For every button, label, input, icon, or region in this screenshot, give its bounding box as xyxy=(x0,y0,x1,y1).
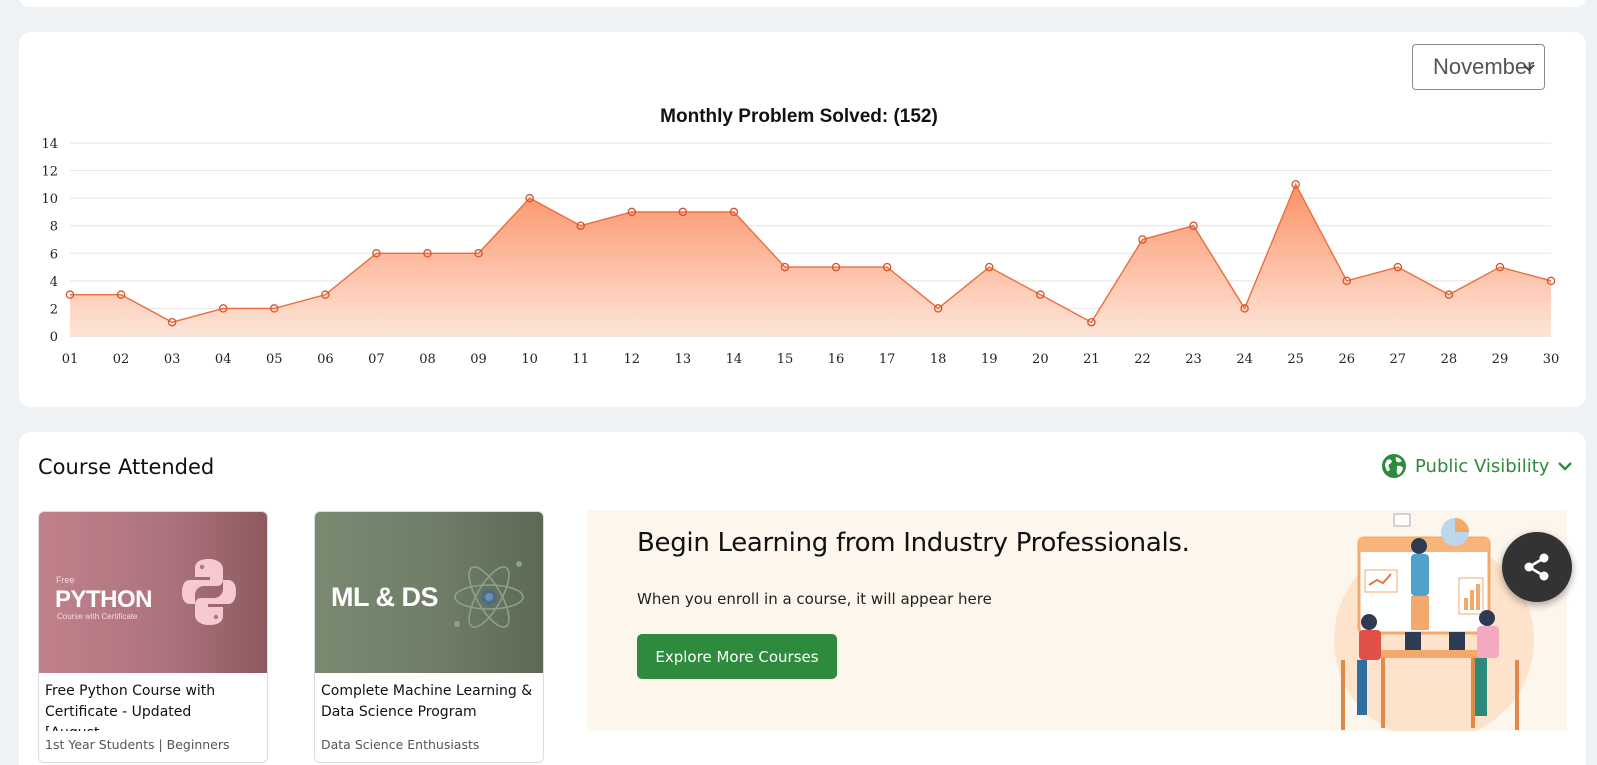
course-title: Complete Machine Learning & Data Science… xyxy=(321,683,533,720)
x-tick-label: 17 xyxy=(879,352,896,367)
x-tick-label: 27 xyxy=(1390,352,1407,367)
course-audience: 1st Year Students | Beginners xyxy=(45,737,230,752)
month-select[interactable]: November xyxy=(1412,44,1545,90)
thumb-sub-text: Course with Certificate xyxy=(57,612,138,621)
x-tick-label: 08 xyxy=(419,352,436,367)
x-tick-label: 04 xyxy=(215,352,232,367)
thumb-big-text: PYTHON xyxy=(55,586,153,613)
x-tick-label: 29 xyxy=(1492,352,1509,367)
y-tick-label: 8 xyxy=(50,220,58,235)
visibility-label: Public Visibility xyxy=(1415,455,1550,477)
x-tick-label: 06 xyxy=(317,352,334,367)
x-tick-label: 16 xyxy=(828,352,845,367)
y-tick-label: 6 xyxy=(50,247,58,262)
python-logo-icon xyxy=(182,559,236,625)
explore-courses-button[interactable]: Explore More Courses xyxy=(637,634,837,679)
x-tick-label: 03 xyxy=(164,352,181,367)
y-tick-label: 2 xyxy=(50,302,58,317)
monthly-chart: Monthly Problem Solved: (152) 0246810121… xyxy=(41,106,1560,367)
x-tick-label: 23 xyxy=(1185,352,1202,367)
month-select-value: November xyxy=(1433,54,1535,79)
y-tick-label: 14 xyxy=(41,137,58,152)
x-tick-label: 28 xyxy=(1441,352,1458,367)
thumb-big-text: ML & DS xyxy=(331,582,439,612)
globe-icon xyxy=(1382,454,1406,478)
chevron-down-icon xyxy=(1523,64,1535,72)
y-axis: 0 2 4 6 8 10 12 14 xyxy=(41,137,58,345)
course-title: Free Python Course with Certificate - Up… xyxy=(45,683,216,731)
y-tick-label: 0 xyxy=(50,330,58,345)
promo-text: When you enroll in a course, it will app… xyxy=(637,590,992,608)
x-tick-label: 26 xyxy=(1338,352,1355,367)
x-tick-label: 21 xyxy=(1083,352,1100,367)
chart-title: Monthly Problem Solved: (152) xyxy=(660,106,938,127)
x-tick-label: 13 xyxy=(675,352,692,367)
course-card-mlds[interactable]: ML & DS Complete Machine Learning & Data… xyxy=(314,511,544,763)
public-visibility-dropdown[interactable]: Public Visibility xyxy=(1381,453,1573,479)
x-tick-label: 07 xyxy=(368,352,385,367)
section-title: Course Attended xyxy=(38,455,215,479)
x-tick-label: 25 xyxy=(1287,352,1304,367)
x-tick-label: 14 xyxy=(726,352,743,367)
course-thumbnail: ML & DS xyxy=(315,512,543,673)
x-tick-label: 20 xyxy=(1032,352,1049,367)
x-axis: 01 02 03 04 05 06 07 08 09 10 11 12 13 14 15 16 17 18 19 20… xyxy=(62,352,1560,367)
course-audience: Data Science Enthusiasts xyxy=(321,737,480,752)
x-tick-label: 10 xyxy=(521,352,538,367)
share-icon xyxy=(1524,553,1549,581)
promo-banner: Begin Learning from Industry Professiona… xyxy=(587,510,1567,731)
x-tick-label: 11 xyxy=(572,352,589,367)
y-tick-label: 12 xyxy=(41,165,58,180)
x-tick-label: 24 xyxy=(1236,352,1253,367)
x-tick-label: 15 xyxy=(777,352,794,367)
y-tick-label: 10 xyxy=(41,192,58,207)
y-tick-label: 4 xyxy=(50,275,58,290)
x-tick-label: 09 xyxy=(470,352,487,367)
promo-heading: Begin Learning from Industry Professiona… xyxy=(637,528,1190,558)
course-card-python[interactable]: Free PYTHON Course with Certificate Free… xyxy=(38,511,268,763)
course-thumbnail: Free PYTHON Course with Certificate xyxy=(39,512,267,673)
x-tick-label: 19 xyxy=(981,352,998,367)
x-tick-label: 12 xyxy=(623,352,640,367)
chart-area-series xyxy=(70,182,1552,336)
x-tick-label: 22 xyxy=(1134,352,1151,367)
share-button[interactable] xyxy=(1502,532,1572,602)
x-tick-label: 30 xyxy=(1543,352,1560,367)
x-tick-label: 05 xyxy=(266,352,283,367)
thumb-small-text: Free xyxy=(56,575,75,585)
area-fill xyxy=(70,184,1552,336)
x-tick-label: 01 xyxy=(62,352,79,367)
x-tick-label: 18 xyxy=(930,352,947,367)
atom-icon xyxy=(454,561,524,628)
chevron-down-icon xyxy=(1558,462,1573,471)
x-tick-label: 02 xyxy=(113,352,130,367)
